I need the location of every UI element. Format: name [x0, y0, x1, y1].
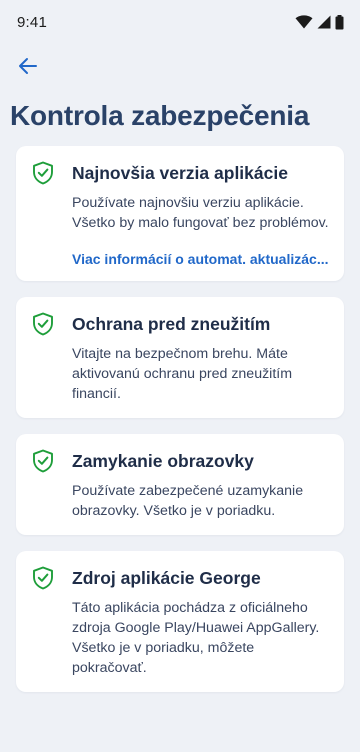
card-header: Zamykanie obrazovky — [32, 449, 330, 473]
card-title: Zdroj aplikácie George — [72, 568, 261, 588]
security-check-list: Najnovšia verzia aplikácie Používate naj… — [16, 146, 344, 708]
status-time: 9:41 — [17, 13, 47, 31]
page-title: Kontrola zabezpečenia — [10, 100, 310, 131]
card-description: Používate zabezpečené uzamykanie obrazov… — [72, 483, 304, 519]
card-header: Zdroj aplikácie George — [32, 566, 330, 590]
card-description: Táto aplikácia pochádza z oficiálneho zd… — [72, 600, 320, 676]
security-card-screen-lock: Zamykanie obrazovky Používate zabezpečen… — [16, 434, 344, 535]
wifi-icon — [295, 15, 313, 29]
status-icons — [295, 14, 344, 30]
card-header: Ochrana pred zneužitím — [32, 312, 330, 336]
shield-check-icon — [33, 161, 53, 185]
card-description: Vitajte na bezpečnom brehu. Máte aktivov… — [72, 346, 293, 402]
card-title: Najnovšia verzia aplikácie — [72, 163, 288, 183]
status-bar: 9:41 — [0, 0, 360, 44]
card-title: Zamykanie obrazovky — [72, 451, 254, 471]
auto-update-info-link[interactable]: Viac informácií o automat. aktualizác... — [72, 251, 330, 267]
signal-icon — [317, 15, 331, 29]
card-title: Ochrana pred zneužitím — [72, 314, 271, 334]
security-card-app-version: Najnovšia verzia aplikácie Používate naj… — [16, 146, 344, 281]
battery-icon — [335, 14, 344, 29]
app-bar — [0, 44, 360, 88]
card-description: Používate najnovšiu verziu aplikácie. Vš… — [72, 195, 329, 231]
security-card-fraud-protection: Ochrana pred zneužitím Vitajte na bezpeč… — [16, 297, 344, 418]
shield-check-icon — [33, 449, 53, 473]
security-card-app-source: Zdroj aplikácie George Táto aplikácia po… — [16, 551, 344, 692]
back-button[interactable] — [14, 52, 42, 80]
arrow-left-icon — [19, 58, 37, 74]
shield-check-icon — [33, 312, 53, 336]
shield-check-icon — [33, 566, 53, 590]
card-header: Najnovšia verzia aplikácie — [32, 161, 330, 185]
